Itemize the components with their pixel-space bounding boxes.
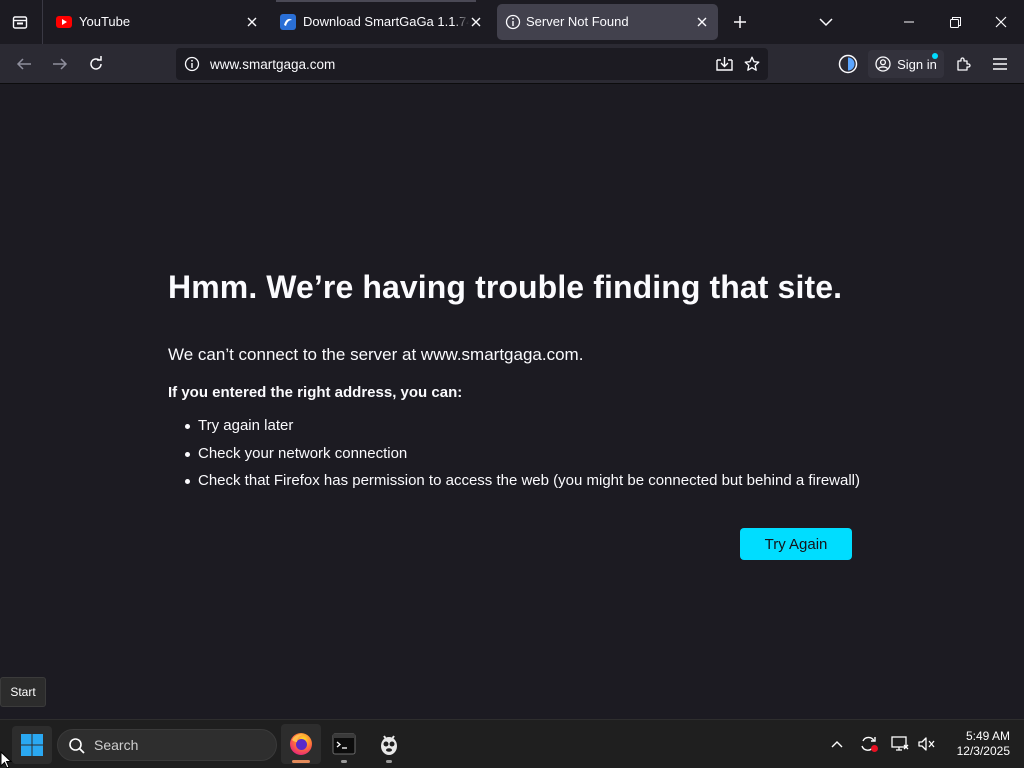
close-tab-icon[interactable]: [693, 13, 711, 31]
close-window-button[interactable]: [978, 0, 1024, 44]
tab-smartgaga[interactable]: Download SmartGaGa 1.1.747.1: [266, 4, 492, 40]
forward-arrow-icon: [53, 58, 68, 70]
tab-server-not-found[interactable]: Server Not Found: [497, 4, 718, 40]
taskbar-search[interactable]: Search: [57, 729, 277, 761]
sync-error-icon: [861, 736, 878, 752]
terminal-icon: [332, 733, 356, 755]
back-arrow-icon: [16, 58, 31, 70]
volume-muted-icon: [918, 737, 935, 751]
running-indicator: [341, 760, 347, 763]
tab-title: YouTube: [79, 14, 131, 29]
sync-status-button[interactable]: [859, 734, 879, 754]
firefox-icon: [290, 733, 312, 755]
search-icon: [69, 738, 85, 754]
minimize-icon: [904, 21, 914, 23]
install-app-button[interactable]: [714, 54, 734, 74]
close-tab-icon[interactable]: [243, 13, 261, 31]
error-title: Hmm. We’re having trouble finding that s…: [168, 269, 843, 305]
close-tab-icon[interactable]: [467, 13, 485, 31]
windows-logo-icon: [21, 734, 43, 756]
network-icon: [891, 736, 909, 751]
smartgaga-icon: [280, 14, 296, 30]
tab-title: Download SmartGaGa 1.1.747.1: [303, 14, 469, 29]
youtube-icon: [56, 15, 72, 29]
start-button[interactable]: [12, 726, 52, 764]
app-icon: [381, 735, 397, 755]
clock-date: 12/3/2025: [956, 744, 1010, 758]
notification-dot: [932, 53, 938, 59]
download-to-tray-icon: [715, 57, 733, 71]
bookmark-button[interactable]: [742, 54, 762, 74]
chevron-up-icon: [831, 741, 843, 748]
reload-button[interactable]: [82, 50, 110, 78]
running-indicator: [292, 760, 310, 763]
account-icon: [875, 56, 891, 72]
volume-button[interactable]: [916, 734, 936, 754]
url-bar[interactable]: [176, 48, 768, 80]
url-input[interactable]: [210, 54, 690, 74]
clock[interactable]: 5:49 AM 12/3/2025: [946, 729, 1010, 759]
search-placeholder: Search: [94, 737, 139, 753]
restore-button[interactable]: [932, 0, 978, 44]
minimize-button[interactable]: [886, 0, 932, 44]
suggestions-heading: If you entered the right address, you ca…: [168, 384, 463, 401]
tab-strip: YouTube Download SmartGaGa 1.1.747.1 Ser…: [0, 0, 1024, 44]
try-again-button[interactable]: Try Again: [740, 528, 852, 560]
chevron-down-icon: [819, 18, 833, 27]
site-info-icon[interactable]: [184, 56, 200, 72]
sign-in-button[interactable]: Sign in: [868, 50, 944, 78]
clock-time: 5:49 AM: [965, 729, 1010, 743]
running-indicator: [386, 760, 392, 763]
tab-youtube[interactable]: YouTube: [42, 4, 269, 40]
taskbar-terminal[interactable]: [324, 724, 364, 764]
list-item: Check your network connection: [184, 445, 860, 473]
firefox-view-button[interactable]: [0, 4, 40, 40]
back-button[interactable]: [10, 50, 38, 78]
taskbar-app[interactable]: [369, 724, 409, 764]
close-icon: [995, 16, 1007, 28]
vpn-icon: [838, 54, 858, 74]
restore-icon: [949, 16, 961, 28]
show-hidden-icons-button[interactable]: [827, 734, 847, 754]
puzzle-piece-icon: [957, 57, 971, 71]
tab-divider: [276, 0, 476, 2]
plus-icon: [734, 16, 746, 28]
taskbar: Search 5:49 AM 12/3/2025: [0, 719, 1024, 768]
tab-title: Server Not Found: [526, 14, 629, 29]
app-menu-button[interactable]: [986, 50, 1014, 78]
taskbar-firefox[interactable]: [281, 724, 321, 764]
list-item: Check that Firefox has permission to acc…: [184, 472, 860, 500]
mouse-cursor-icon: [0, 751, 12, 768]
firefox-view-icon: [12, 16, 28, 29]
info-icon: [505, 14, 521, 30]
error-description: We can’t connect to the server at www.sm…: [168, 345, 584, 364]
vpn-button[interactable]: [834, 50, 862, 78]
suggestions-list: Try again later Check your network conne…: [184, 417, 860, 500]
forward-button[interactable]: [46, 50, 74, 78]
navigation-toolbar: Sign in: [0, 44, 1024, 84]
network-button[interactable]: [890, 734, 910, 754]
new-tab-button[interactable]: [726, 8, 754, 36]
error-page: Hmm. We’re having trouble finding that s…: [0, 85, 1024, 719]
extensions-button[interactable]: [950, 50, 978, 78]
list-item: Try again later: [184, 417, 860, 445]
sign-in-label: Sign in: [897, 56, 937, 72]
reload-icon: [90, 56, 102, 70]
start-tooltip: Start: [0, 677, 46, 707]
star-icon: [744, 56, 760, 71]
list-all-tabs-button[interactable]: [812, 8, 840, 36]
hamburger-menu-icon: [993, 58, 1007, 70]
